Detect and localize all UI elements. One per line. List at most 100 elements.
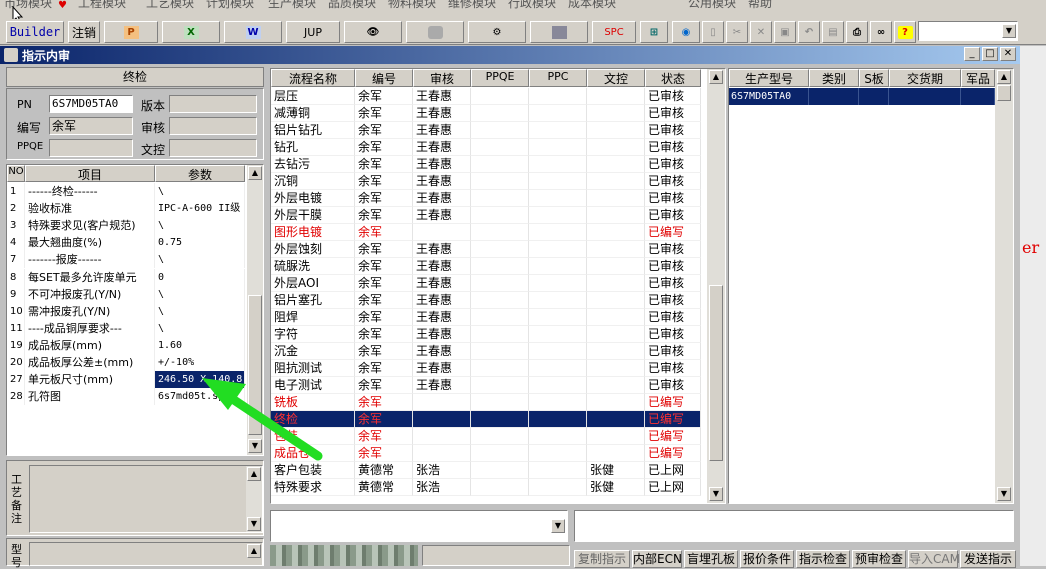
param-row-value[interactable]: 6s7md05t.spl	[155, 388, 245, 406]
param-row-item[interactable]: 孔符图	[25, 388, 155, 406]
pn-field[interactable]: 6S7MD05TA0	[49, 95, 133, 113]
copy-instruction-button[interactable]: 复制指示	[574, 550, 630, 568]
doc-field[interactable]	[169, 139, 257, 157]
menu-production[interactable]: 生产模块	[268, 0, 316, 9]
cut-button[interactable]: ✂	[726, 21, 748, 43]
quote-conditions-button[interactable]: 报价条件	[740, 550, 794, 568]
param-row-no[interactable]: 1	[7, 183, 25, 201]
param-row-item[interactable]: ----成品铜厚要求---	[25, 319, 155, 337]
new-button[interactable]: ▯	[702, 21, 724, 43]
preview-button[interactable]: ▤	[822, 21, 844, 43]
computer-button[interactable]	[530, 21, 588, 43]
delete-button[interactable]: ✕	[750, 21, 772, 43]
param-row-no[interactable]: 8	[7, 268, 25, 286]
model-row-model[interactable]: 6S7MD05TA0	[729, 88, 809, 105]
param-row-value[interactable]: \	[155, 251, 245, 269]
model-header-type[interactable]: 类别	[809, 69, 859, 87]
param-row-item[interactable]: 验收标准	[25, 200, 155, 218]
type-field[interactable]: ▲	[29, 542, 263, 566]
param-row-value[interactable]: 246.50 X 140.8	[155, 371, 245, 389]
param-scrollbar[interactable]: ▲ ▼	[247, 165, 263, 455]
model-scrollbar[interactable]: ▲ ▼	[995, 69, 1013, 503]
excel-button[interactable]: X	[162, 21, 220, 43]
param-row-item[interactable]: 成品板厚(mm)	[25, 336, 155, 354]
print-button[interactable]: ⎙	[846, 21, 868, 43]
scroll-up-icon[interactable]: ▲	[247, 467, 261, 481]
param-row-value[interactable]: 1.60	[155, 336, 245, 354]
process-header-doc[interactable]: 文控	[587, 69, 645, 87]
globe-button[interactable]: ◉	[672, 21, 700, 43]
param-row-item[interactable]: 需冲报废孔(Y/N)	[25, 302, 155, 320]
param-row-no[interactable]: 10	[7, 302, 25, 320]
tools-button[interactable]: ⚙	[468, 21, 526, 43]
param-row-item[interactable]: 特殊要求见(客户规范)	[25, 217, 155, 235]
spc-button[interactable]: SPC	[592, 21, 636, 43]
scroll-up-icon[interactable]: ▲	[248, 166, 262, 180]
bottom-combo[interactable]: ▼	[270, 510, 568, 542]
param-row-no[interactable]: 28	[7, 388, 25, 406]
param-row-item[interactable]: 最大翘曲度(%)	[25, 234, 155, 252]
model-row-military[interactable]	[961, 88, 995, 105]
internal-ecn-button[interactable]: 内部ECN	[632, 550, 682, 568]
scroll-up-icon[interactable]: ▲	[997, 70, 1011, 84]
menu-cost[interactable]: 成本模块	[568, 0, 616, 9]
model-header-military[interactable]: 军品	[961, 69, 995, 87]
help-button[interactable]: ?	[894, 21, 916, 43]
param-row-item[interactable]: 每SET最多允许废单元	[25, 268, 155, 286]
instruction-check-button[interactable]: 指示检查	[796, 550, 850, 568]
param-row-value[interactable]: 0.75	[155, 234, 245, 252]
scroll-up-icon[interactable]: ▲	[709, 70, 723, 84]
model-header-model[interactable]: 生产型号	[729, 69, 809, 87]
scroll-up-icon[interactable]: ▲	[247, 544, 261, 558]
param-row-no[interactable]: 20	[7, 354, 25, 372]
chevron-down-icon[interactable]: ▼	[551, 519, 565, 533]
model-row-delivery[interactable]	[889, 88, 961, 105]
scroll-thumb[interactable]	[248, 295, 262, 435]
toolbar-combo[interactable]: ▼	[918, 21, 1018, 41]
param-row-value[interactable]: \	[155, 183, 245, 201]
model-header-sboard[interactable]: S板	[859, 69, 889, 87]
param-row-value[interactable]: +/-10%	[155, 354, 245, 372]
param-header-param[interactable]: 参数	[155, 165, 245, 182]
eye-button[interactable]: 👁	[344, 21, 402, 43]
notes-scrollbar[interactable]: ▲ ▼	[246, 466, 262, 532]
powerpoint-button[interactable]: P	[104, 21, 158, 43]
precheck-button[interactable]: 预审检查	[852, 550, 906, 568]
review-field[interactable]	[169, 117, 257, 135]
param-row-item[interactable]: ------终检------	[25, 183, 155, 201]
param-row-no[interactable]: 7	[7, 251, 25, 269]
logout-button[interactable]: 注销	[68, 21, 100, 43]
scroll-thumb[interactable]	[997, 85, 1011, 101]
param-row-value[interactable]: 0	[155, 268, 245, 286]
find-button[interactable]: ∞	[870, 21, 892, 43]
word-button[interactable]: W	[224, 21, 282, 43]
param-row-no[interactable]: 3	[7, 217, 25, 235]
model-header-delivery[interactable]: 交货期	[889, 69, 961, 87]
bottom-text-field[interactable]	[574, 510, 1014, 542]
menu-material[interactable]: 物料模块	[388, 0, 436, 9]
param-row-value[interactable]: \	[155, 285, 245, 303]
network-button[interactable]: ⊞	[640, 21, 668, 43]
param-row-no[interactable]: 27	[7, 371, 25, 389]
menu-process[interactable]: 工艺模块	[146, 0, 194, 9]
menu-repair[interactable]: 维修模块	[448, 0, 496, 9]
send-instruction-button[interactable]: 发送指示	[960, 550, 1016, 568]
builder-button[interactable]: Builder	[6, 21, 64, 43]
menu-engineering[interactable]: 工程模块	[78, 0, 126, 9]
menu-help[interactable]: 帮助	[748, 0, 772, 9]
import-cam-button[interactable]: 导入CAM	[908, 550, 960, 568]
process-header-author[interactable]: 编号	[355, 69, 413, 87]
param-header-item[interactable]: 项目	[25, 165, 155, 182]
scroll-down-icon[interactable]: ▼	[248, 439, 262, 453]
maximize-icon[interactable]: □	[982, 47, 998, 61]
ppqe-field[interactable]	[49, 139, 133, 157]
param-row-value[interactable]: \	[155, 217, 245, 235]
scroll-down-icon[interactable]: ▼	[709, 487, 723, 501]
scroll-down-icon[interactable]: ▼	[997, 487, 1011, 501]
close-icon[interactable]: ✕	[1000, 47, 1016, 61]
param-row-item[interactable]: 成品板厚公差±(mm)	[25, 354, 155, 372]
model-row-sboard[interactable]	[859, 88, 889, 105]
author-field[interactable]: 余军	[49, 117, 133, 135]
param-row-value[interactable]: IPC-A-600 II级	[155, 200, 245, 218]
menu-admin[interactable]: 行政模块	[508, 0, 556, 9]
